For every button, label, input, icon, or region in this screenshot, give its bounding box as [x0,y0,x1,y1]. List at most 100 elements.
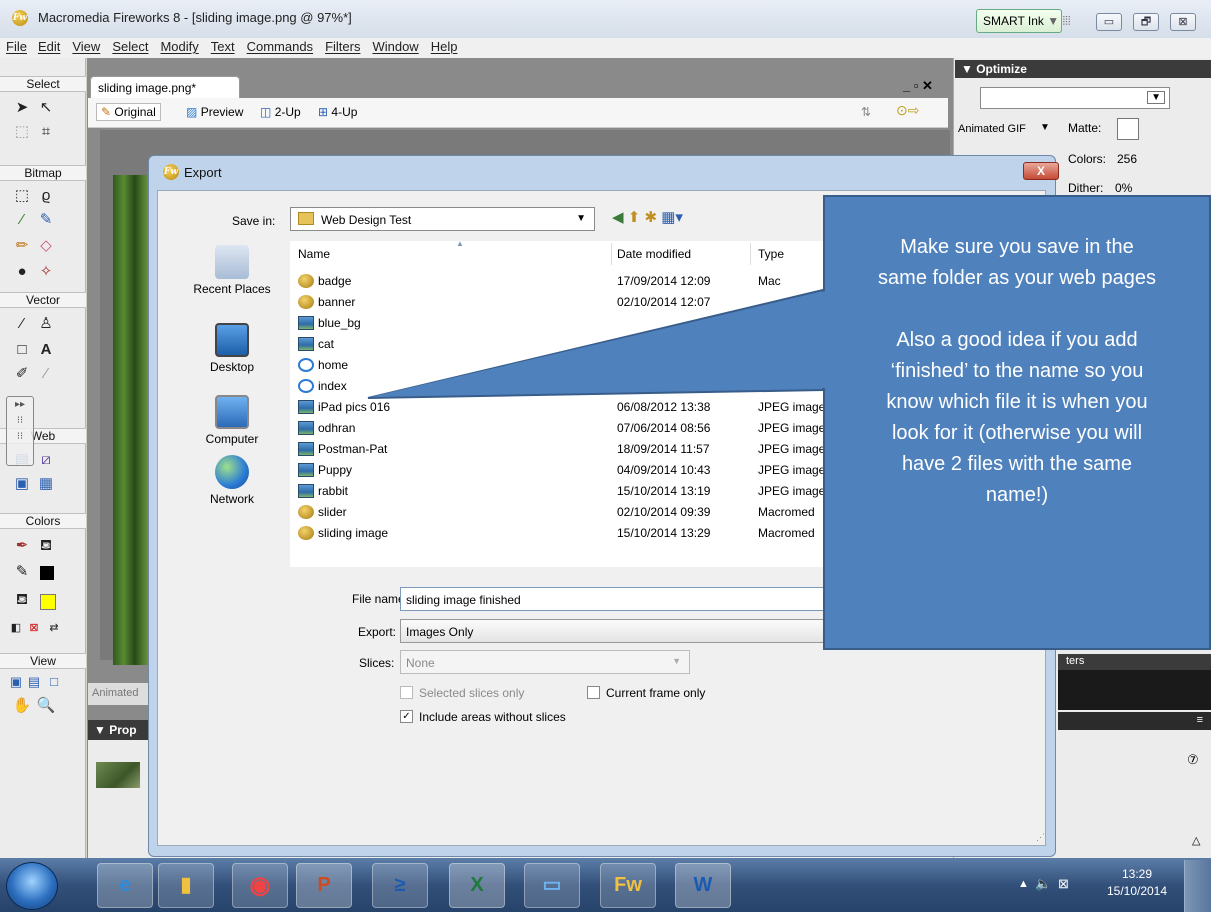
line-tool-icon[interactable]: ⁄ [12,314,32,334]
show-desktop-button[interactable] [1184,860,1211,912]
explorer-icon[interactable]: ▮ [158,863,214,908]
format-dropdown-icon[interactable]: ▼ [1040,122,1050,133]
file-row[interactable]: index 02/10/2014 10:58 HTML Doc [298,377,818,397]
pen-tool-icon[interactable]: ♙ [36,314,56,334]
no-color-icon[interactable]: ⊠ [24,618,44,638]
filters-panel-header[interactable]: ters [1058,654,1211,670]
file-row[interactable]: odhran 07/06/2014 08:56 JPEG image [298,419,825,439]
menu-select[interactable]: Select [112,38,148,58]
text-tool-icon[interactable]: A [36,340,56,360]
slice-tool-icon[interactable]: ⧄ [36,450,56,470]
file-row[interactable]: blue_bg [298,314,818,334]
powershell-icon[interactable]: ≥ [372,863,428,908]
current-frame-checkbox[interactable] [587,686,600,699]
menu-edit[interactable]: Edit [38,38,60,58]
smart-ink-button[interactable]: SMART Ink ▼ ⦙⦙⦙ [976,9,1071,33]
file-row[interactable]: badge 17/09/2014 12:09 Mac [298,272,818,292]
panel-options-icon[interactable]: ≡ [1197,714,1203,726]
view-preview-button[interactable]: ▨ Preview [186,105,243,119]
file-row[interactable]: iPad pics 016 06/08/2012 13:38 JPEG image [298,398,825,418]
document-tab[interactable]: sliding image.png* [90,76,240,98]
blur-tool-icon[interactable]: ● [12,262,32,282]
view-4up-button[interactable]: ⊞ 4-Up [318,105,357,119]
lasso-tool-icon[interactable]: ϱ [36,186,56,206]
dialog-close-button[interactable]: X [1023,162,1059,180]
file-row[interactable]: sliding image 15/10/2014 13:29 Macromed [298,524,818,544]
close-window-button[interactable]: ⊠ [1170,13,1196,31]
menu-filters[interactable]: Filters [325,38,360,58]
powerpoint-icon[interactable]: P [296,863,352,908]
up-folder-icon[interactable]: ⬆ [628,209,641,226]
frame-icon[interactable]: ⇅ [861,105,871,119]
marquee-tool-icon[interactable]: ⬚ [12,186,32,206]
dither-value[interactable]: 0% [1115,181,1132,195]
menu-commands[interactable]: Commands [247,38,313,58]
network-status-icon[interactable]: ⊠ [1058,876,1069,892]
knife-tool-icon[interactable]: ⁄ [36,364,56,384]
pointer-tool-icon[interactable]: ➤ [12,98,32,118]
menu-help[interactable]: Help [431,38,458,58]
restore-button[interactable]: 🗗 [1133,13,1159,31]
swap-colors-icon[interactable]: ⇄ [44,618,64,638]
menu-view[interactable]: View [72,38,100,58]
resize-grip-icon[interactable]: ⋰ [1036,832,1045,843]
document-window-controls[interactable]: _ ▫ ✕ [903,78,933,94]
slices-select[interactable]: None ▼ [400,650,690,674]
brush-tool-icon[interactable]: ✎ [36,210,56,230]
save-in-select[interactable]: Web Design Test ▼ [290,207,595,231]
excel-icon[interactable]: X [449,863,505,908]
include-areas-checkbox[interactable]: ✓ [400,710,413,723]
stroke-color-swatch[interactable] [40,566,54,580]
export-key-icon[interactable]: ⊙⇨ [896,102,919,119]
volume-icon[interactable]: 🔈 [1035,876,1051,892]
menu-file[interactable]: File [6,38,27,58]
tray-clock[interactable]: 13:29 15/10/2014 [1100,866,1174,900]
panel-drag-handle-icon[interactable]: ▸▸ ⁝⁝ ⁝⁝ [6,396,34,466]
subselect-tool-icon[interactable]: ↖ [36,98,56,118]
default-colors-icon[interactable]: ◧ [6,618,26,638]
place-computer[interactable]: Computer [177,395,287,446]
fireworks-app-icon[interactable]: Fw [12,10,28,26]
menu-text[interactable]: Text [211,38,235,58]
ie-icon[interactable]: e [97,863,153,908]
file-row[interactable]: rabbit 15/10/2014 13:19 JPEG image [298,482,825,502]
optimize-preset-select[interactable]: ▼ [980,87,1170,109]
view-original-button[interactable]: ✎ Original [96,103,161,121]
column-header-date[interactable]: Date modified [617,247,691,261]
crop-tool-icon[interactable]: ⌗ [36,122,56,142]
new-folder-icon[interactable]: ✱ [644,209,657,226]
place-network[interactable]: Network [177,455,287,506]
chrome-icon[interactable]: ◉ [232,863,288,908]
back-icon[interactable]: ◀ [612,209,624,226]
optimize-panel-header[interactable]: ▼ Optimize [955,60,1211,78]
start-button[interactable] [6,862,58,910]
zoom-tool-icon[interactable]: 🔍 [36,696,56,716]
view-menu-icon[interactable]: ▦▾ [661,209,683,226]
file-row[interactable]: cat [298,335,818,355]
fireworks-icon[interactable]: Fw [600,863,656,908]
hand-tool-icon[interactable]: ✋ [12,696,32,716]
stroke-color-icon[interactable]: ✎ [12,562,32,582]
selected-slices-checkbox[interactable] [400,686,413,699]
column-header-name[interactable]: Name [298,247,330,261]
word-icon[interactable]: W [675,863,731,908]
eyedropper-tool-icon[interactable]: ✒ [12,536,32,556]
eraser-tool-icon[interactable]: ◇ [36,236,56,256]
fill-bucket-icon[interactable]: ⛾ [12,590,32,610]
column-header-type[interactable]: Type [758,247,784,261]
magic-wand-tool-icon[interactable]: ⁄ [12,210,32,230]
optimize-format-select[interactable]: Animated GIF [958,123,1026,135]
menu-window[interactable]: Window [372,38,418,58]
scroll-up-icon[interactable]: △ [1192,834,1200,847]
fill-color-swatch[interactable] [40,594,56,610]
place-desktop[interactable]: Desktop [177,323,287,374]
file-row[interactable]: home [298,356,818,376]
help-icon[interactable]: ⑦ [1187,752,1199,768]
file-row[interactable]: Puppy 04/09/2014 10:43 JPEG image [298,461,825,481]
file-row[interactable]: banner 02/10/2014 12:07 [298,293,818,313]
file-name-input[interactable]: sliding image finished [400,587,840,611]
picture-viewer-icon[interactable]: ▭ [524,863,580,908]
tray-chevron-icon[interactable]: ▲ [1018,878,1029,890]
colors-value[interactable]: 256 [1117,152,1137,166]
view-2up-button[interactable]: ◫ 2-Up [260,105,301,119]
